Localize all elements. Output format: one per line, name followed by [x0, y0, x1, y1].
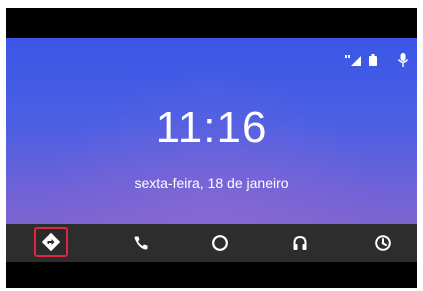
nav-home-button[interactable]	[207, 232, 233, 254]
nav-exit-button[interactable]	[370, 232, 396, 254]
phone-icon	[134, 236, 148, 250]
bottom-nav-bar	[6, 224, 417, 262]
navigation-arrow-icon	[41, 232, 61, 252]
clock-time: 11:16	[155, 103, 268, 152]
nav-navigation-button[interactable]	[34, 227, 68, 257]
device-frame: 11:16 sexta-feira, 18 de janeiro	[0, 0, 423, 291]
signal-icon	[345, 55, 361, 66]
mic-icon[interactable]	[397, 53, 409, 67]
status-bar	[345, 52, 409, 68]
clock-date: sexta-feira, 18 de janeiro	[134, 175, 289, 191]
home-screen: 11:16 sexta-feira, 18 de janeiro	[6, 38, 417, 224]
top-bezel	[6, 8, 417, 38]
exit-icon	[375, 235, 391, 251]
battery-icon	[369, 54, 377, 66]
nav-phone-button[interactable]	[128, 232, 154, 254]
bottom-bezel	[6, 262, 417, 288]
home-circle-icon	[212, 235, 228, 251]
headphones-icon	[293, 235, 307, 250]
nav-music-button[interactable]	[287, 232, 313, 254]
